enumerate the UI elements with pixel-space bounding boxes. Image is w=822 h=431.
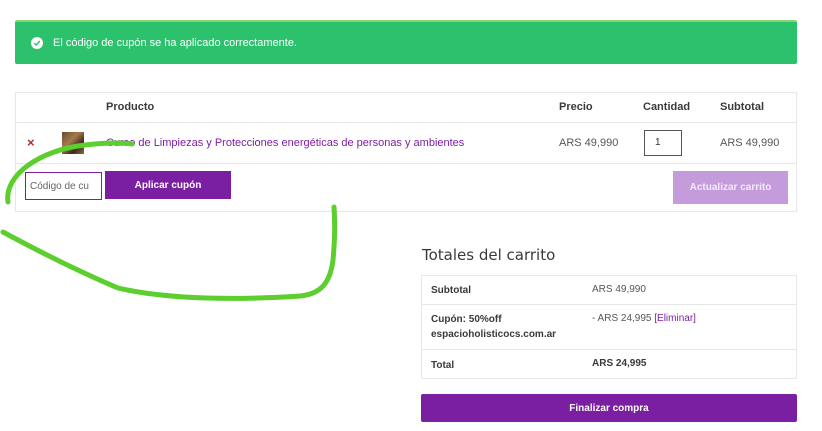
product-name-link[interactable]: Curso de Limpiezas y Protecciones energé… [106, 137, 464, 149]
total-value: ARS 24,995 [592, 358, 647, 369]
item-subtotal: ARS 49,990 [720, 137, 780, 149]
header-price: Precio [559, 101, 593, 113]
check-circle-icon [31, 37, 43, 49]
cart-table: Producto Precio Cantidad Subtotal × Curs… [15, 92, 797, 212]
update-cart-button[interactable]: Actualizar carrito [673, 171, 788, 204]
coupon-label-line-1: Cupón: 50%off [431, 314, 502, 325]
totals-total-row: Total ARS 24,995 [422, 350, 796, 379]
remove-coupon-link[interactable]: [Eliminar] [654, 313, 696, 324]
coupon-value: - ARS 24,995 [Eliminar] [592, 313, 696, 324]
totals-coupon-row: Cupón: 50%off espacioholisticocs.com.ar … [422, 305, 796, 350]
coupon-label: Cupón: 50%off espacioholisticocs.com.ar [431, 312, 556, 342]
cart-totals-title: Totales del carrito [422, 246, 556, 264]
cart-table-header: Producto Precio Cantidad Subtotal [16, 93, 796, 123]
cart-totals-table: Subtotal ARS 49,990 Cupón: 50%off espaci… [421, 275, 797, 379]
product-thumbnail[interactable] [62, 132, 84, 154]
cart-item-row: × Curso de Limpiezas y Protecciones ener… [16, 123, 796, 164]
coupon-code-input[interactable]: Código de cu [25, 172, 102, 200]
success-notice: El código de cupón se ha aplicado correc… [15, 20, 797, 64]
header-product: Producto [106, 101, 155, 113]
header-subtotal: Subtotal [720, 101, 764, 113]
notice-message: El código de cupón se ha aplicado correc… [53, 37, 297, 49]
apply-coupon-button[interactable]: Aplicar cupón [105, 171, 231, 199]
coupon-discount: - ARS 24,995 [592, 313, 652, 324]
cart-actions-row: Código de cu Aplicar cupón Actualizar ca… [16, 164, 796, 212]
item-price: ARS 49,990 [559, 137, 619, 149]
remove-item-icon[interactable]: × [27, 135, 35, 150]
totals-subtotal-row: Subtotal ARS 49,990 [422, 276, 796, 305]
quantity-input[interactable]: 1 [644, 130, 682, 156]
checkout-button[interactable]: Finalizar compra [421, 394, 797, 422]
total-label: Total [431, 360, 455, 371]
header-quantity: Cantidad [643, 101, 691, 113]
subtotal-value: ARS 49,990 [592, 284, 646, 295]
subtotal-label: Subtotal [431, 285, 471, 296]
coupon-label-line-2: espacioholisticocs.com.ar [431, 329, 557, 340]
